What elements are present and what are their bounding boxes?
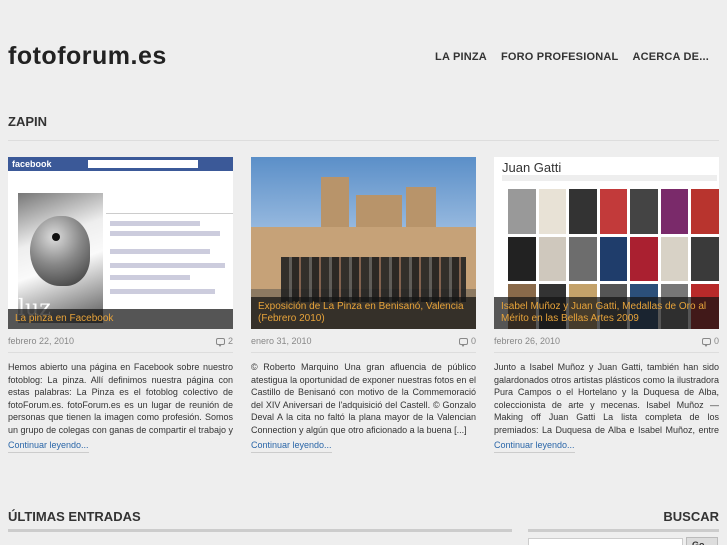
search-button[interactable]: Go xyxy=(686,537,718,545)
section-divider xyxy=(8,140,719,141)
juan-gatti-title-image: Juan Gatti xyxy=(502,160,562,175)
read-more-link[interactable]: Continuar leyendo... xyxy=(494,440,575,453)
latest-posts-heading: ÚLTIMAS ENTRADAS xyxy=(8,509,141,524)
nav-la-pinza[interactable]: LA PINZA xyxy=(435,51,487,63)
site-logo[interactable]: fotoforum.es xyxy=(8,42,167,71)
facebook-tabs-image xyxy=(106,205,233,214)
post-meta: febrero 26, 2010 0 xyxy=(494,336,719,353)
comment-count[interactable]: 2 xyxy=(215,336,233,347)
post-date: enero 31, 2010 xyxy=(251,336,312,346)
post-caption[interactable]: Exposición de La Pinza en Benisanó, Vale… xyxy=(251,297,476,329)
post-excerpt: Junto a Isabel Muñoz y Juan Gatti, tambi… xyxy=(494,362,719,435)
post-caption[interactable]: Isabel Muñoz y Juan Gatti, Medallas de O… xyxy=(494,297,719,329)
search-divider xyxy=(528,529,719,532)
post-card: Juan Gatti Isabel Muñoz y Juan Gatti, Me… xyxy=(494,157,719,453)
comment-count[interactable]: 0 xyxy=(701,336,719,347)
comment-count-value: 0 xyxy=(713,336,719,346)
bird-image xyxy=(30,216,90,286)
post-excerpt: © Roberto Marquino Una gran afluencia de… xyxy=(251,362,476,435)
facebook-page-image: luz xyxy=(8,171,233,329)
read-more-link[interactable]: Continuar leyendo... xyxy=(8,440,89,453)
comment-icon xyxy=(701,337,711,347)
latest-posts-divider xyxy=(8,529,512,532)
post-thumbnail[interactable]: Exposición de La Pinza en Benisanó, Vale… xyxy=(251,157,476,329)
post-thumbnail[interactable]: facebook luz La pinza en Facebook xyxy=(8,157,233,329)
facebook-header-image: facebook xyxy=(8,157,233,171)
post-meta: febrero 22, 2010 2 xyxy=(8,336,233,353)
post-card: Exposición de La Pinza en Benisanó, Vale… xyxy=(251,157,476,453)
comment-count[interactable]: 0 xyxy=(458,336,476,347)
juan-gatti-nav-image xyxy=(502,175,717,181)
post-excerpt: Hemos abierto una página en Facebook sob… xyxy=(8,362,233,435)
comment-count-value: 2 xyxy=(227,336,233,346)
post-date: febrero 22, 2010 xyxy=(8,336,75,346)
facebook-search-image xyxy=(88,160,198,168)
comment-icon xyxy=(458,337,468,347)
post-caption[interactable]: La pinza en Facebook xyxy=(8,309,233,329)
post-meta: enero 31, 2010 0 xyxy=(251,336,476,353)
post-date: febrero 26, 2010 xyxy=(494,336,561,346)
post-thumbnail[interactable]: Juan Gatti Isabel Muñoz y Juan Gatti, Me… xyxy=(494,157,719,329)
section-title: ZAPIN xyxy=(8,114,47,129)
nav-foro-profesional[interactable]: FORO PROFESIONAL xyxy=(501,51,618,63)
main-nav: LA PINZA FORO PROFESIONAL ACERCA DE... xyxy=(435,51,709,63)
search-heading: BUSCAR xyxy=(663,509,719,524)
nav-acerca-de[interactable]: ACERCA DE... xyxy=(632,51,709,63)
facebook-logo-text: facebook xyxy=(12,159,52,169)
search-input[interactable] xyxy=(528,538,683,545)
read-more-link[interactable]: Continuar leyendo... xyxy=(251,440,332,453)
bird-eye-image xyxy=(52,233,60,241)
comment-icon xyxy=(215,337,225,347)
post-card: facebook luz La pinza en Facebook febrer… xyxy=(8,157,233,453)
group-photo-image xyxy=(281,257,466,302)
comment-count-value: 0 xyxy=(470,336,476,346)
